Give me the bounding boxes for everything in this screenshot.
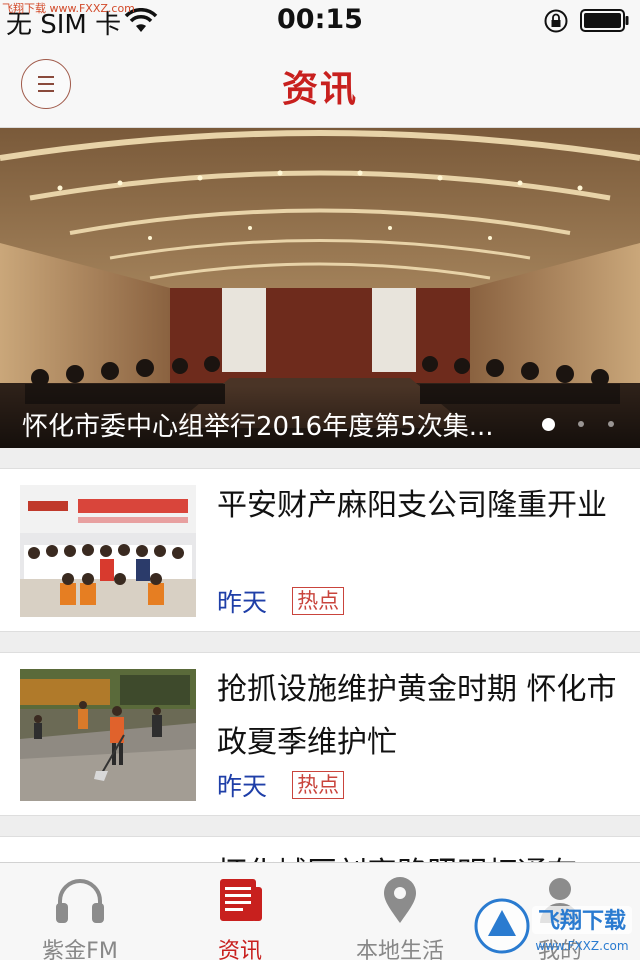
carousel-dot[interactable] xyxy=(608,421,614,427)
carousel-dot-active[interactable] xyxy=(542,418,555,431)
location-pin-icon xyxy=(384,877,416,923)
news-title: 抢抓设施维护黄金时期 怀化市政夏季维护忙 xyxy=(217,672,617,760)
news-time: 昨天 xyxy=(217,772,268,801)
tab-label: 资讯 xyxy=(217,939,262,960)
tab-label: 紫金FM xyxy=(42,939,118,960)
hot-tag: 热点 xyxy=(292,587,345,615)
hot-tag: 热点 xyxy=(292,771,345,799)
watermark-text: 飞翔下载 www.FXXZ.com xyxy=(2,2,135,15)
carousel-dot[interactable] xyxy=(578,421,584,427)
page-title: 资讯 xyxy=(281,69,358,110)
banner-carousel[interactable]: 怀化市委中心组举行2016年度第5次集... xyxy=(0,128,640,448)
headphones-icon xyxy=(56,879,104,923)
news-thumbnail xyxy=(20,485,196,617)
navigation-bar: 资讯 xyxy=(0,40,640,128)
news-item[interactable]: 平安财产麻阳支公司隆重开业 昨天 热点 xyxy=(0,468,640,632)
news-thumbnail xyxy=(20,669,196,801)
svg-text:www.FXXZ.com: www.FXXZ.com xyxy=(535,939,628,953)
newspaper-icon xyxy=(220,879,262,921)
rotation-lock-icon xyxy=(544,9,568,33)
news-meta: 昨天 热点 xyxy=(217,767,345,801)
svg-text:飞翔下载: 飞翔下载 xyxy=(538,908,626,934)
tab-fm[interactable]: 紫金FM xyxy=(0,863,160,960)
news-title: 平安财产麻阳支公司隆重开业 xyxy=(217,488,607,523)
watermark-logo: 飞翔下载 www.FXXZ.com xyxy=(474,898,632,954)
news-time: 昨天 xyxy=(217,588,268,617)
battery-icon xyxy=(580,9,629,32)
tab-label: 本地生活 xyxy=(355,939,444,960)
tab-news[interactable]: 资讯 xyxy=(160,863,320,960)
news-meta: 昨天 热点 xyxy=(217,583,345,617)
banner-title[interactable]: 怀化市委中心组举行2016年度第5次集... xyxy=(22,406,494,443)
news-item[interactable]: 抢抓设施维护黄金时期 怀化市政夏季维护忙 昨天 热点 xyxy=(0,652,640,816)
tab-local-life[interactable]: 本地生活 xyxy=(320,863,480,960)
